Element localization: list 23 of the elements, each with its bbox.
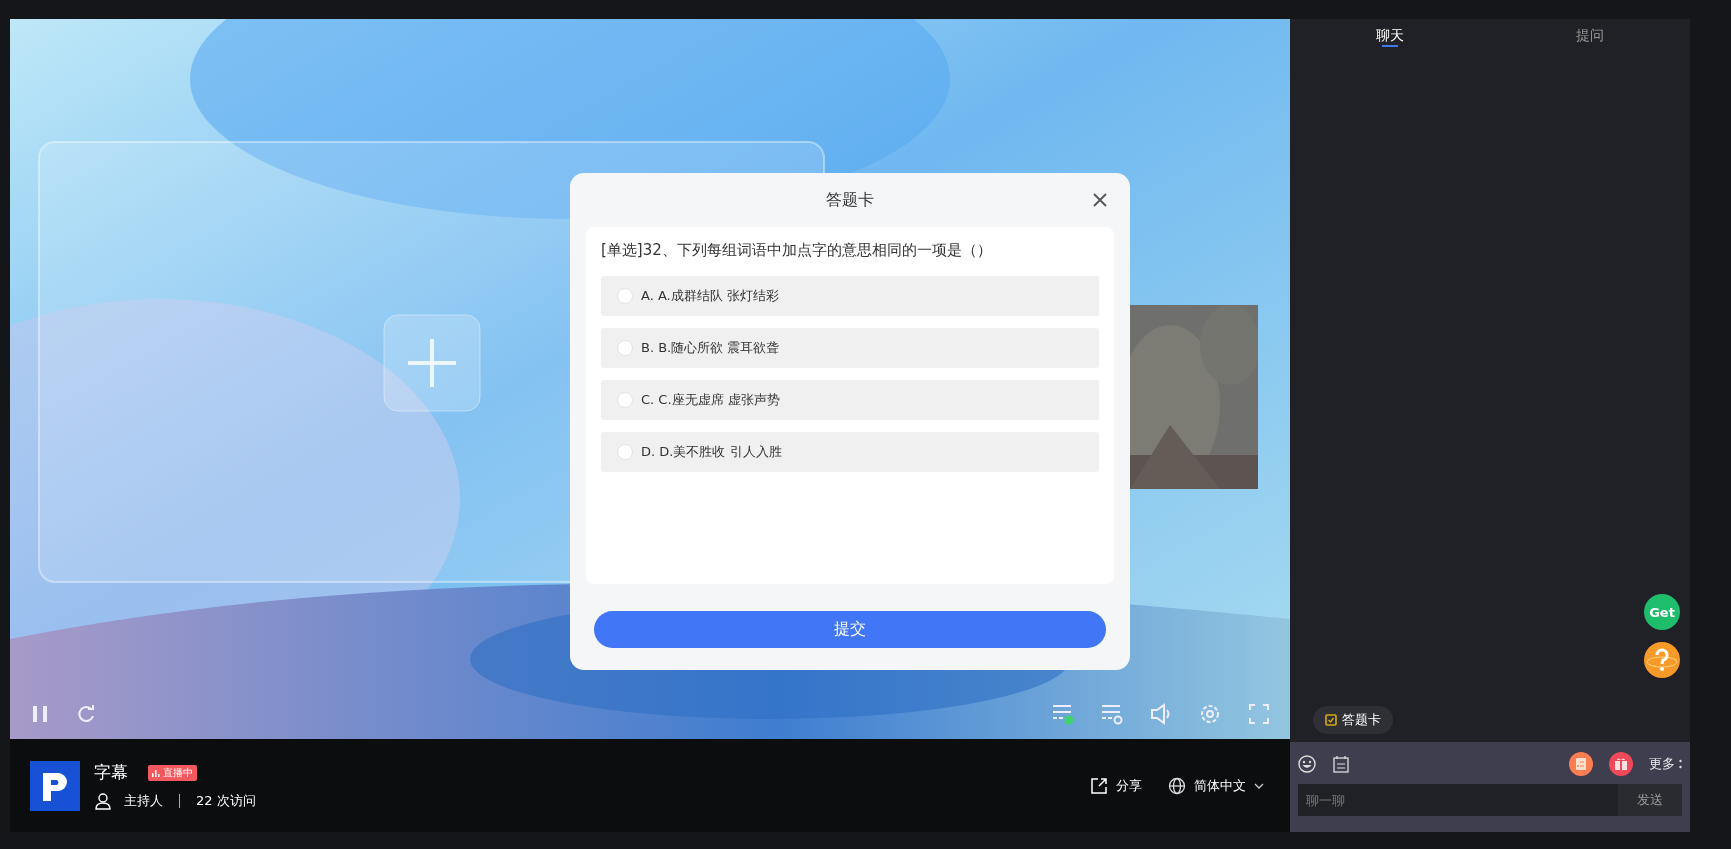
visit-count: 22 次访问 bbox=[196, 792, 256, 810]
share-link[interactable]: 分享 bbox=[1090, 776, 1142, 795]
answer-card-chip[interactable]: 答题卡 bbox=[1313, 706, 1393, 734]
question-icon[interactable] bbox=[1644, 642, 1680, 678]
notepad-icon[interactable] bbox=[1332, 755, 1350, 773]
signal-icon bbox=[152, 768, 160, 777]
share-icon bbox=[1090, 776, 1108, 795]
more-dots-icon bbox=[1679, 758, 1682, 770]
caret-icon bbox=[1254, 781, 1264, 790]
emoji-icon[interactable] bbox=[1298, 755, 1316, 773]
stream-title: 字幕 bbox=[94, 761, 128, 784]
globe-icon bbox=[1168, 776, 1186, 795]
badge-text: 直播中 bbox=[163, 765, 193, 780]
tab[interactable]: 提问 bbox=[1490, 19, 1690, 59]
host-label: 主持人 bbox=[124, 792, 163, 810]
user-icon bbox=[94, 792, 112, 810]
language-dropdown[interactable]: 简体中文 bbox=[1168, 776, 1264, 795]
note-check-icon bbox=[1325, 714, 1337, 726]
logo-icon bbox=[30, 760, 80, 811]
gift-icon[interactable] bbox=[1609, 752, 1633, 776]
checklist-icon[interactable] bbox=[1569, 752, 1593, 776]
send-button[interactable]: 发送 bbox=[1618, 784, 1682, 816]
more-button[interactable]: 更多 bbox=[1649, 755, 1682, 773]
